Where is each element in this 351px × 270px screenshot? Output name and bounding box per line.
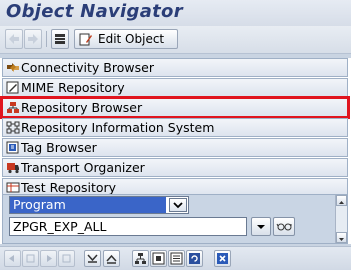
glasses-icon [276, 223, 292, 231]
view-icon [170, 252, 183, 265]
nav-item-label: Connectivity Browser [21, 60, 154, 75]
arrow-right-icon [28, 34, 38, 44]
tag-icon [6, 141, 19, 154]
refresh-icon [189, 253, 200, 264]
arrow-left-icon [9, 34, 19, 44]
edit-object-label: Edit Object [98, 32, 165, 46]
nav-item-repository-information-system[interactable]: Repository Information System [2, 118, 348, 137]
nav-item-tag-browser[interactable]: Tag Browser [2, 138, 348, 157]
collapse-button[interactable] [84, 250, 101, 267]
nav-item-label: Transport Organizer [21, 160, 145, 175]
nav-item-connectivity-browser[interactable]: Connectivity Browser [2, 58, 348, 77]
repository-tree-icon [7, 102, 19, 113]
hierarchy-button[interactable] [51, 29, 69, 49]
object-type-value: Program [10, 197, 166, 213]
arrow-next-icon [47, 255, 52, 262]
vertical-scrollbar[interactable] [335, 195, 347, 243]
nav-item-repository-browser[interactable]: Repository Browser [0, 96, 350, 119]
title-bar: Object Navigator [0, 0, 351, 26]
next-button[interactable] [40, 250, 57, 267]
forward-button[interactable] [24, 29, 42, 49]
object-type-select[interactable]: Program [9, 196, 189, 214]
nav-item-label: Tag Browser [21, 140, 97, 155]
toolbar: Edit Object [0, 26, 351, 54]
nav-item-transport-organizer[interactable]: Transport Organizer [2, 158, 348, 177]
mime-icon [6, 81, 19, 94]
previous-button[interactable] [22, 250, 39, 267]
object-history-button[interactable] [251, 217, 271, 236]
tree-button[interactable] [132, 250, 149, 267]
details-icon [152, 252, 165, 265]
test-icon [6, 182, 20, 193]
hierarchy-icon [55, 34, 65, 44]
tree-icon [135, 253, 146, 264]
triangle-down-icon [257, 225, 265, 229]
edit-object-button[interactable]: Edit Object [74, 29, 178, 49]
scroll-down-button[interactable] [336, 232, 347, 243]
close-button[interactable] [214, 250, 231, 267]
toolbar-separator [46, 31, 47, 47]
last-button[interactable] [58, 250, 75, 267]
truck-icon [7, 163, 19, 174]
dropdown-button[interactable] [169, 198, 187, 212]
object-name-input[interactable]: ZPGR_EXP_ALL [9, 217, 247, 236]
nav-item-label: Test Repository [21, 180, 117, 195]
arrow-up-icon [339, 201, 344, 204]
connectivity-icon [7, 63, 19, 72]
first-button[interactable] [4, 250, 21, 267]
chevron-down-icon [173, 202, 183, 209]
display-button[interactable] [273, 217, 295, 236]
collapse-icon [87, 254, 98, 263]
bottom-toolbar [0, 246, 351, 270]
object-selection-area: Program ZPGR_EXP_ALL [2, 194, 348, 244]
nav-item-label: Repository Browser [21, 100, 143, 115]
arrow-first-icon [9, 255, 14, 262]
back-button[interactable] [5, 29, 23, 49]
window-title: Object Navigator [6, 1, 183, 22]
scroll-up-button[interactable] [336, 195, 347, 206]
arrow-last-icon [62, 254, 71, 263]
expand-icon [106, 254, 117, 264]
refresh-button[interactable] [186, 250, 203, 267]
arrow-down-icon [339, 238, 344, 241]
nav-item-mime-repository[interactable]: MIME Repository [2, 78, 348, 97]
object-name-value: ZPGR_EXP_ALL [13, 219, 107, 234]
edit-object-icon [79, 33, 92, 46]
info-system-icon [6, 121, 20, 134]
view-button[interactable] [168, 250, 185, 267]
details-button[interactable] [150, 250, 167, 267]
close-icon [217, 253, 228, 264]
expand-button[interactable] [103, 250, 120, 267]
arrow-previous-icon [26, 254, 35, 263]
nav-item-label: MIME Repository [21, 80, 125, 95]
nav-item-label: Repository Information System [21, 120, 215, 135]
